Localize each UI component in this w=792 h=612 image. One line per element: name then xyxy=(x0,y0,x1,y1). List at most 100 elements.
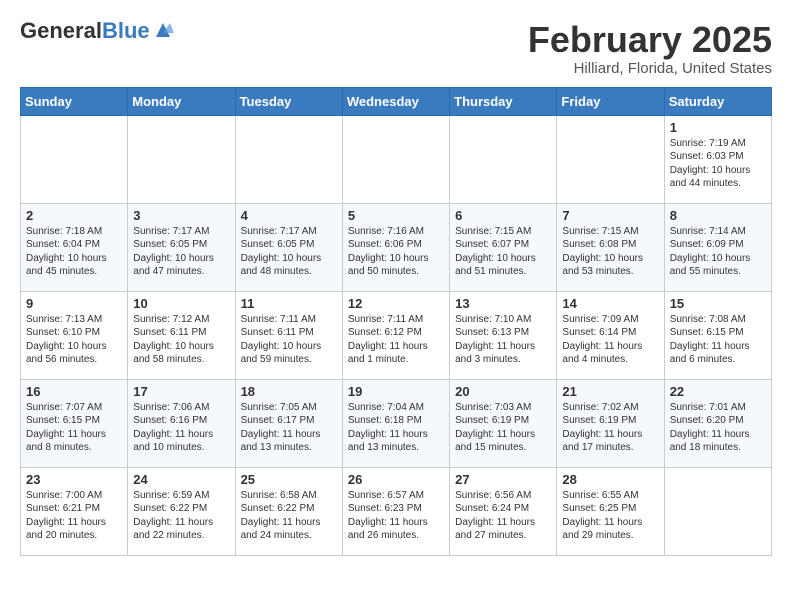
location-text: Hilliard, Florida, United States xyxy=(528,60,772,77)
day-number: 2 xyxy=(26,208,122,223)
day-info: Sunrise: 6:56 AM Sunset: 6:24 PM Dayligh… xyxy=(455,489,551,543)
page-header: GeneralBlue February 2025 Hilliard, Flor… xyxy=(20,20,772,77)
calendar-cell: 2 Sunrise: 7:18 AM Sunset: 6:04 PM Daylig… xyxy=(21,203,128,291)
day-info: Sunrise: 7:16 AM Sunset: 6:06 PM Dayligh… xyxy=(348,225,444,279)
calendar-cell xyxy=(21,115,128,203)
day-info: Sunrise: 7:02 AM Sunset: 6:19 PM Dayligh… xyxy=(562,401,658,455)
calendar-cell xyxy=(450,115,557,203)
day-info: Sunrise: 7:08 AM Sunset: 6:15 PM Dayligh… xyxy=(670,313,766,367)
day-number: 3 xyxy=(133,208,229,223)
day-number: 22 xyxy=(670,384,766,399)
day-info: Sunrise: 6:59 AM Sunset: 6:22 PM Dayligh… xyxy=(133,489,229,543)
day-number: 16 xyxy=(26,384,122,399)
calendar-week-5: 23 Sunrise: 7:00 AM Sunset: 6:21 PM Dayli… xyxy=(21,467,772,555)
calendar-cell: 17Sunrise: 7:06 AM Sunset: 6:16 PM Dayli… xyxy=(128,379,235,467)
month-title: February 2025 xyxy=(528,20,772,60)
calendar-cell: 8 Sunrise: 7:14 AM Sunset: 6:09 PM Daylig… xyxy=(664,203,771,291)
day-info: Sunrise: 7:06 AM Sunset: 6:16 PM Dayligh… xyxy=(133,401,229,455)
weekday-header-wednesday: Wednesday xyxy=(342,87,449,115)
calendar-week-4: 16 Sunrise: 7:07 AM Sunset: 6:15 PM Dayli… xyxy=(21,379,772,467)
day-info: Sunrise: 6:57 AM Sunset: 6:23 PM Dayligh… xyxy=(348,489,444,543)
day-info: Sunrise: 6:55 AM Sunset: 6:25 PM Dayligh… xyxy=(562,489,658,543)
day-number: 14 xyxy=(562,296,658,311)
day-info: Sunrise: 7:18 AM Sunset: 6:04 PM Dayligh… xyxy=(26,225,122,279)
day-number: 6 xyxy=(455,208,551,223)
day-info: Sunrise: 7:01 AM Sunset: 6:20 PM Dayligh… xyxy=(670,401,766,455)
day-info: Sunrise: 7:00 AM Sunset: 6:21 PM Dayligh… xyxy=(26,489,122,543)
calendar-week-3: 9 Sunrise: 7:13 AM Sunset: 6:10 PM Daylig… xyxy=(21,291,772,379)
day-info: Sunrise: 7:10 AM Sunset: 6:13 PM Dayligh… xyxy=(455,313,551,367)
calendar-cell: 20Sunrise: 7:03 AM Sunset: 6:19 PM Dayli… xyxy=(450,379,557,467)
day-number: 11 xyxy=(241,296,337,311)
weekday-header-friday: Friday xyxy=(557,87,664,115)
calendar-table: SundayMondayTuesdayWednesdayThursdayFrid… xyxy=(20,87,772,556)
day-info: Sunrise: 7:03 AM Sunset: 6:19 PM Dayligh… xyxy=(455,401,551,455)
weekday-header-thursday: Thursday xyxy=(450,87,557,115)
calendar-cell: 11 Sunrise: 7:11 AM Sunset: 6:11 PM Dayli… xyxy=(235,291,342,379)
day-number: 7 xyxy=(562,208,658,223)
calendar-cell: 25Sunrise: 6:58 AM Sunset: 6:22 PM Dayli… xyxy=(235,467,342,555)
calendar-cell: 3 Sunrise: 7:17 AM Sunset: 6:05 PM Daylig… xyxy=(128,203,235,291)
day-number: 9 xyxy=(26,296,122,311)
calendar-cell: 9 Sunrise: 7:13 AM Sunset: 6:10 PM Daylig… xyxy=(21,291,128,379)
day-info: Sunrise: 7:05 AM Sunset: 6:17 PM Dayligh… xyxy=(241,401,337,455)
calendar-cell: 15 Sunrise: 7:08 AM Sunset: 6:15 PM Dayli… xyxy=(664,291,771,379)
day-number: 5 xyxy=(348,208,444,223)
calendar-cell: 19Sunrise: 7:04 AM Sunset: 6:18 PM Dayli… xyxy=(342,379,449,467)
day-info: Sunrise: 7:17 AM Sunset: 6:05 PM Dayligh… xyxy=(133,225,229,279)
calendar-cell xyxy=(342,115,449,203)
calendar-cell xyxy=(235,115,342,203)
calendar-cell: 22 Sunrise: 7:01 AM Sunset: 6:20 PM Dayli… xyxy=(664,379,771,467)
day-info: Sunrise: 7:15 AM Sunset: 6:07 PM Dayligh… xyxy=(455,225,551,279)
day-number: 25 xyxy=(241,472,337,487)
calendar-cell: 23 Sunrise: 7:00 AM Sunset: 6:21 PM Dayli… xyxy=(21,467,128,555)
calendar-cell: 27 Sunrise: 6:56 AM Sunset: 6:24 PM Dayli… xyxy=(450,467,557,555)
calendar-cell: 1Sunrise: 7:19 AM Sunset: 6:03 PM Daylig… xyxy=(664,115,771,203)
calendar-cell: 5 Sunrise: 7:16 AM Sunset: 6:06 PM Daylig… xyxy=(342,203,449,291)
weekday-header-saturday: Saturday xyxy=(664,87,771,115)
calendar-week-2: 2 Sunrise: 7:18 AM Sunset: 6:04 PM Daylig… xyxy=(21,203,772,291)
logo-blue-text: Blue xyxy=(102,18,150,43)
calendar-cell xyxy=(664,467,771,555)
day-number: 24 xyxy=(133,472,229,487)
day-number: 21 xyxy=(562,384,658,399)
day-number: 26 xyxy=(348,472,444,487)
title-block: February 2025 Hilliard, Florida, United … xyxy=(528,20,772,77)
day-info: Sunrise: 7:09 AM Sunset: 6:14 PM Dayligh… xyxy=(562,313,658,367)
day-number: 8 xyxy=(670,208,766,223)
calendar-cell xyxy=(557,115,664,203)
calendar-cell: 4 Sunrise: 7:17 AM Sunset: 6:05 PM Daylig… xyxy=(235,203,342,291)
day-info: Sunrise: 7:15 AM Sunset: 6:08 PM Dayligh… xyxy=(562,225,658,279)
day-number: 23 xyxy=(26,472,122,487)
day-number: 27 xyxy=(455,472,551,487)
calendar-cell: 18 Sunrise: 7:05 AM Sunset: 6:17 PM Dayli… xyxy=(235,379,342,467)
day-info: Sunrise: 7:07 AM Sunset: 6:15 PM Dayligh… xyxy=(26,401,122,455)
day-number: 15 xyxy=(670,296,766,311)
day-info: Sunrise: 7:11 AM Sunset: 6:11 PM Dayligh… xyxy=(241,313,337,367)
calendar-cell: 12Sunrise: 7:11 AM Sunset: 6:12 PM Dayli… xyxy=(342,291,449,379)
weekday-header-sunday: Sunday xyxy=(21,87,128,115)
calendar-header: SundayMondayTuesdayWednesdayThursdayFrid… xyxy=(21,87,772,115)
weekday-header-monday: Monday xyxy=(128,87,235,115)
calendar-cell: 10Sunrise: 7:12 AM Sunset: 6:11 PM Dayli… xyxy=(128,291,235,379)
logo: GeneralBlue xyxy=(20,20,174,42)
day-number: 4 xyxy=(241,208,337,223)
calendar-cell: 28 Sunrise: 6:55 AM Sunset: 6:25 PM Dayli… xyxy=(557,467,664,555)
weekday-header-tuesday: Tuesday xyxy=(235,87,342,115)
calendar-cell xyxy=(128,115,235,203)
day-info: Sunrise: 7:17 AM Sunset: 6:05 PM Dayligh… xyxy=(241,225,337,279)
day-info: Sunrise: 7:13 AM Sunset: 6:10 PM Dayligh… xyxy=(26,313,122,367)
day-info: Sunrise: 7:04 AM Sunset: 6:18 PM Dayligh… xyxy=(348,401,444,455)
day-number: 28 xyxy=(562,472,658,487)
calendar-cell: 26 Sunrise: 6:57 AM Sunset: 6:23 PM Dayli… xyxy=(342,467,449,555)
day-info: Sunrise: 7:14 AM Sunset: 6:09 PM Dayligh… xyxy=(670,225,766,279)
day-number: 18 xyxy=(241,384,337,399)
logo-general-text: General xyxy=(20,18,102,43)
day-number: 13 xyxy=(455,296,551,311)
calendar-cell: 7 Sunrise: 7:15 AM Sunset: 6:08 PM Daylig… xyxy=(557,203,664,291)
calendar-cell: 21 Sunrise: 7:02 AM Sunset: 6:19 PM Dayli… xyxy=(557,379,664,467)
calendar-cell: 13 Sunrise: 7:10 AM Sunset: 6:13 PM Dayli… xyxy=(450,291,557,379)
calendar-cell: 24 Sunrise: 6:59 AM Sunset: 6:22 PM Dayli… xyxy=(128,467,235,555)
day-number: 12 xyxy=(348,296,444,311)
day-number: 10 xyxy=(133,296,229,311)
